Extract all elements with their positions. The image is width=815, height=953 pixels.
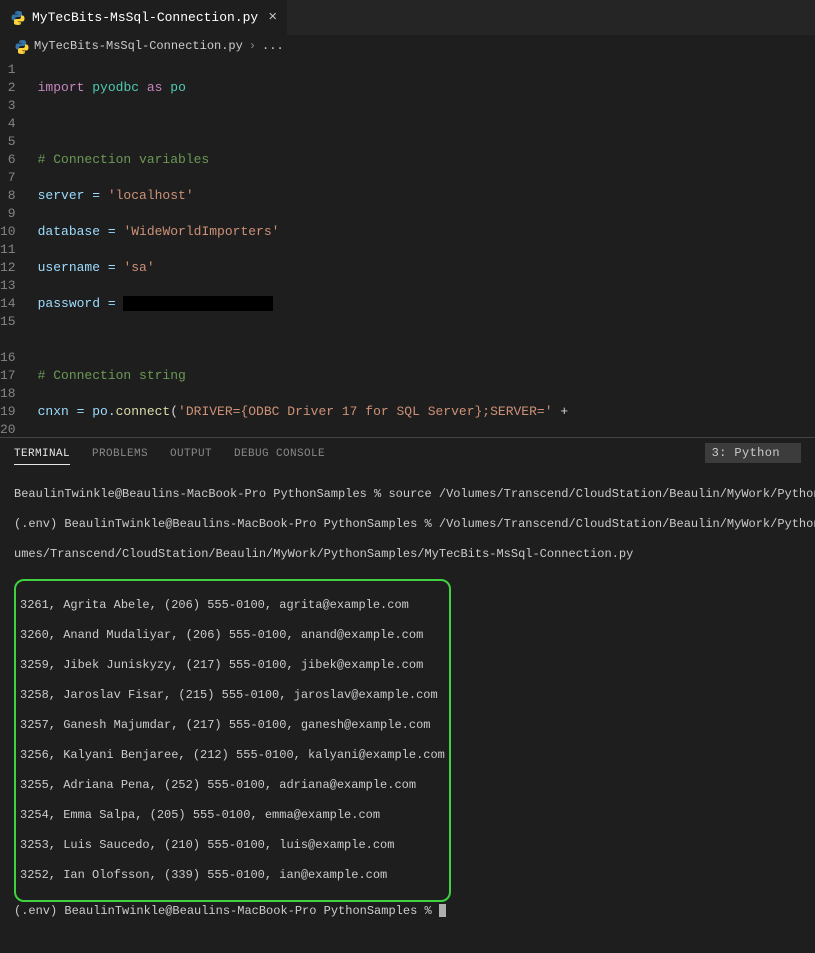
output-row: 3261, Agrita Abele, (206) 555-0100, agri… <box>20 598 445 613</box>
terminal-line: BeaulinTwinkle@Beaulins-MacBook-Pro Pyth… <box>14 487 801 502</box>
output-highlight-box: 3261, Agrita Abele, (206) 555-0100, agri… <box>14 579 451 902</box>
python-file-icon <box>10 10 26 26</box>
output-row: 3253, Luis Saucedo, (210) 555-0100, luis… <box>20 838 445 853</box>
breadcrumb[interactable]: MyTecBits-MsSql-Connection.py › ... <box>0 35 815 57</box>
close-tab-icon[interactable]: × <box>268 9 277 26</box>
panel-tabs: TERMINAL PROBLEMS OUTPUT DEBUG CONSOLE 3… <box>0 438 815 468</box>
code-editor[interactable]: 1234567891011121314151617181920 import p… <box>0 57 815 437</box>
tab-terminal[interactable]: TERMINAL <box>14 442 70 465</box>
bottom-panel: TERMINAL PROBLEMS OUTPUT DEBUG CONSOLE 3… <box>0 437 815 705</box>
tab-output[interactable]: OUTPUT <box>170 442 212 464</box>
terminal-selector[interactable]: 3: Python <box>705 443 801 463</box>
output-row: 3255, Adriana Pena, (252) 555-0100, adri… <box>20 778 445 793</box>
tab-debug-console[interactable]: DEBUG CONSOLE <box>234 442 325 464</box>
output-row: 3259, Jibek Juniskyzy, (217) 555-0100, j… <box>20 658 445 673</box>
terminal-cursor <box>439 904 446 917</box>
output-row: 3258, Jaroslav Fisar, (215) 555-0100, ja… <box>20 688 445 703</box>
tab-filename: MyTecBits-MsSql-Connection.py <box>32 10 258 25</box>
terminal-output[interactable]: BeaulinTwinkle@Beaulins-MacBook-Pro Pyth… <box>0 468 815 953</box>
tab-problems[interactable]: PROBLEMS <box>92 442 148 464</box>
line-numbers: 1234567891011121314151617181920 <box>0 57 30 437</box>
tab-bar: MyTecBits-MsSql-Connection.py × <box>0 0 815 35</box>
python-file-icon <box>14 39 28 53</box>
terminal-prompt: (.env) BeaulinTwinkle@Beaulins-MacBook-P… <box>14 904 439 918</box>
chevron-right-icon: › <box>249 39 256 53</box>
code-content[interactable]: import pyodbc as po # Connection variabl… <box>30 57 815 437</box>
breadcrumb-more: ... <box>262 39 284 53</box>
output-row: 3257, Ganesh Majumdar, (217) 555-0100, g… <box>20 718 445 733</box>
terminal-line: (.env) BeaulinTwinkle@Beaulins-MacBook-P… <box>14 517 801 532</box>
output-row: 3260, Anand Mudaliyar, (206) 555-0100, a… <box>20 628 445 643</box>
terminal-line: umes/Transcend/CloudStation/Beaulin/MyWo… <box>14 547 801 562</box>
editor-tab[interactable]: MyTecBits-MsSql-Connection.py × <box>0 0 288 35</box>
redacted-password <box>123 296 273 311</box>
breadcrumb-file: MyTecBits-MsSql-Connection.py <box>34 39 243 53</box>
output-row: 3254, Emma Salpa, (205) 555-0100, emma@e… <box>20 808 445 823</box>
output-row: 3252, Ian Olofsson, (339) 555-0100, ian@… <box>20 868 445 883</box>
output-row: 3256, Kalyani Benjaree, (212) 555-0100, … <box>20 748 445 763</box>
